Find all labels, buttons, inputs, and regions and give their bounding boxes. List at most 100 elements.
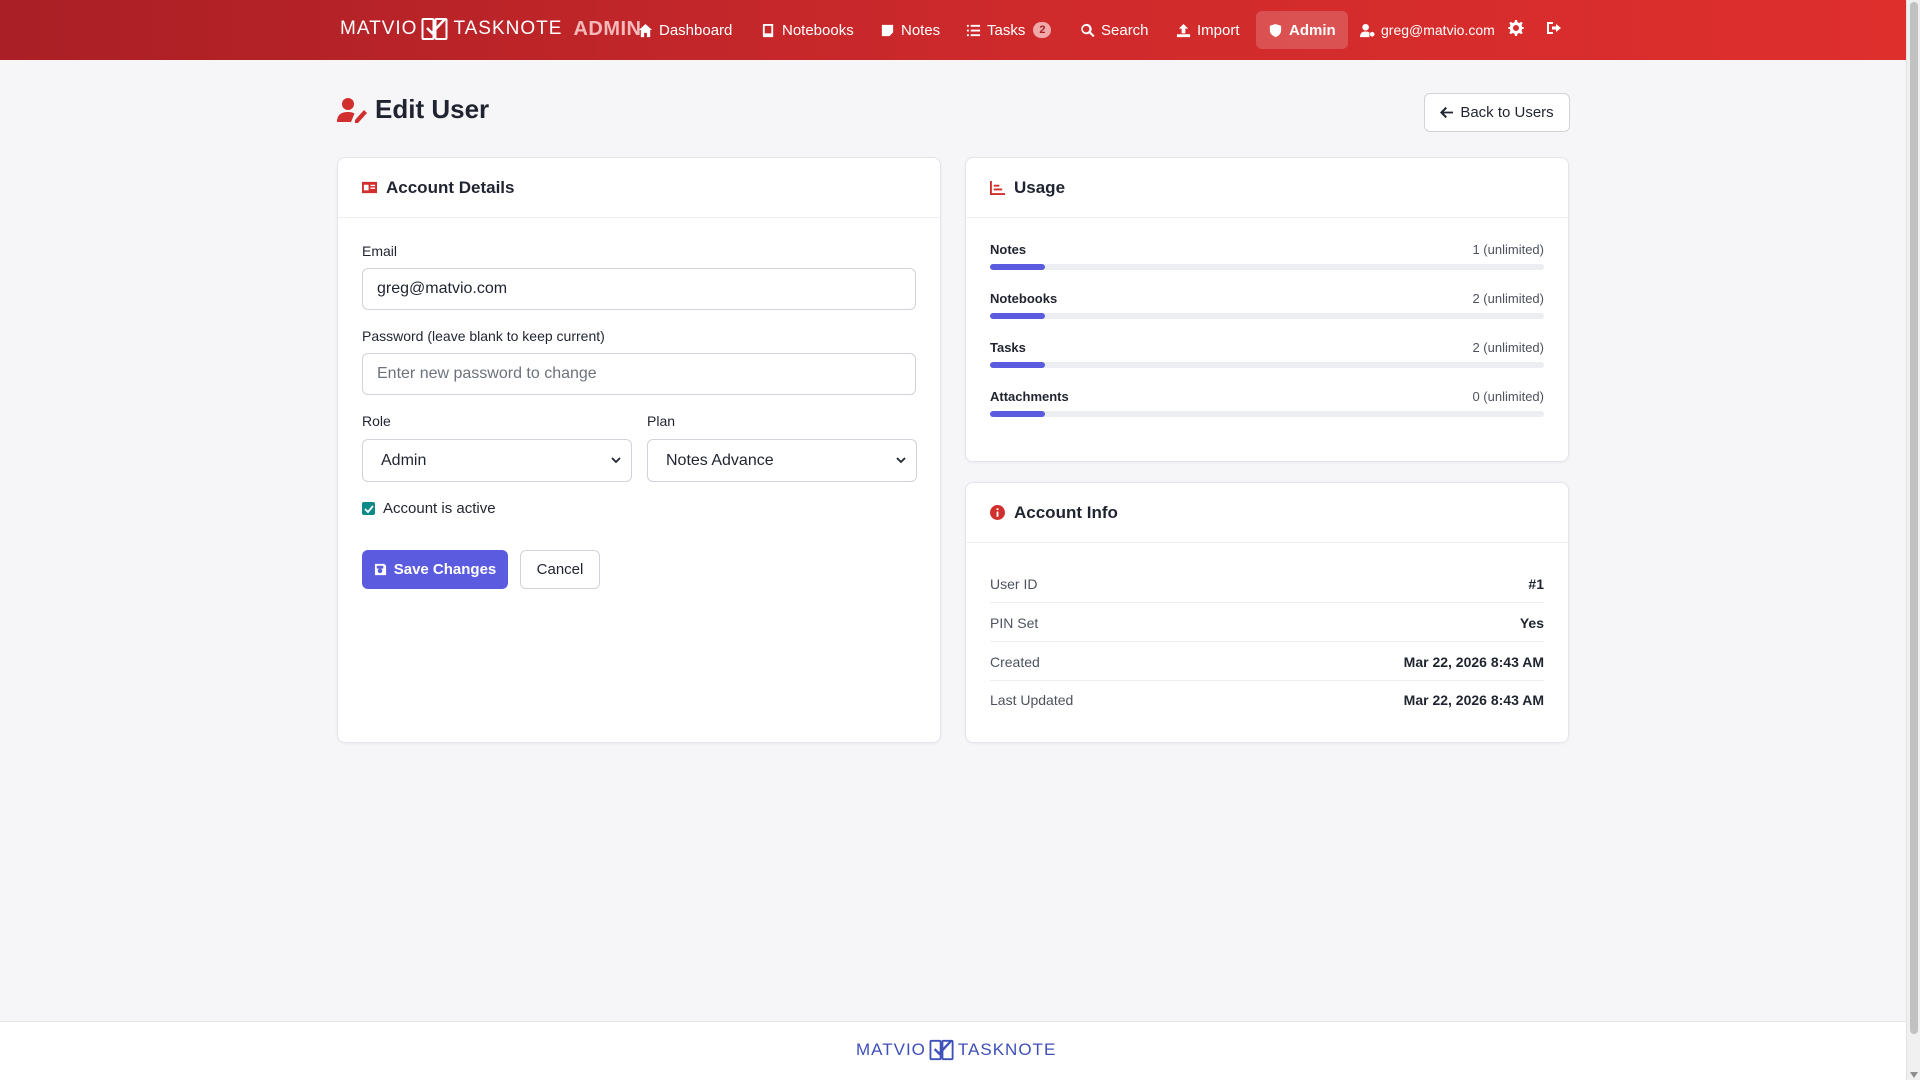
info-key: PIN Set	[990, 614, 1039, 631]
account-info-header: Account Info	[966, 483, 1568, 543]
usage-progress-fill	[990, 411, 1046, 417]
usage-header: Usage	[966, 158, 1568, 218]
scrollbar-thumb[interactable]	[1910, 2, 1918, 1034]
nav-tasks[interactable]: Tasks 2	[954, 11, 1063, 49]
brand-name-right: TASKNOTE	[453, 18, 563, 39]
arrow-left-icon	[1440, 106, 1454, 119]
cancel-button[interactable]: Cancel	[520, 550, 600, 589]
usage-row-tasks: Tasks 2 (unlimited)	[990, 340, 1544, 370]
usage-value: 1 (unlimited)	[1472, 242, 1544, 257]
floppy-disk-icon	[374, 563, 386, 576]
nav-notebooks-label: Notebooks	[782, 21, 854, 39]
account-info-title: Account Info	[1014, 502, 1118, 522]
info-row-user-id: User ID #1	[990, 565, 1544, 603]
footer-brand-left: MATVIO	[856, 1040, 926, 1059]
upload-icon	[1176, 23, 1191, 37]
user-gear-icon	[1360, 23, 1375, 37]
account-info-card: Account Info User ID #1 PIN Set Yes Crea…	[965, 482, 1569, 743]
role-select[interactable]: Admin	[362, 439, 632, 482]
usage-row-notebooks: Notebooks 2 (unlimited)	[990, 291, 1544, 321]
footer-logo: MATVIO TASKNOTE	[856, 1038, 1056, 1062]
brand-name-left: MATVIO	[340, 18, 418, 39]
role-select-value: Admin	[381, 451, 427, 469]
info-row-created: Created Mar 22, 2026 8:43 AM	[990, 643, 1544, 681]
shield-icon	[1269, 23, 1282, 37]
id-card-icon	[362, 181, 377, 194]
usage-value: 0 (unlimited)	[1472, 389, 1544, 404]
usage-progress-fill	[990, 264, 1046, 270]
info-value: Yes	[1519, 614, 1544, 631]
nav-notes-label: Notes	[901, 21, 941, 39]
list-icon	[966, 24, 981, 36]
nav-search[interactable]: Search	[1068, 11, 1161, 49]
user-edit-icon	[337, 97, 367, 123]
nav-import[interactable]: Import	[1164, 11, 1252, 49]
usage-name: Notebooks	[990, 291, 1058, 306]
account-details-card: Account Details Email Password (leave bl…	[337, 157, 941, 743]
cancel-label: Cancel	[536, 561, 584, 578]
usage-progress-fill	[990, 313, 1046, 319]
logout-button[interactable]	[1546, 20, 1564, 38]
page-scrollbar[interactable]	[1906, 0, 1920, 1080]
info-value: Mar 22, 2026 8:43 AM	[1403, 653, 1544, 670]
nav-admin[interactable]: Admin	[1256, 11, 1348, 49]
usage-card: Usage Notes 1 (unlimited) Notebooks 2 (u…	[965, 157, 1569, 462]
usage-name: Attachments	[990, 389, 1069, 404]
usage-progress-fill	[990, 362, 1046, 368]
usage-progress-track	[990, 264, 1544, 270]
usage-value: 2 (unlimited)	[1472, 340, 1544, 355]
usage-progress-track	[990, 362, 1544, 368]
nav-notebooks[interactable]: Notebooks	[749, 11, 866, 49]
info-key: Last Updated	[990, 692, 1074, 708]
page-footer: MATVIO TASKNOTE	[0, 1021, 1906, 1080]
scroll-down-arrow-icon[interactable]	[1910, 1072, 1918, 1078]
account-active-label: Account is active	[383, 500, 496, 517]
nav-dashboard-label: Dashboard	[659, 21, 733, 39]
info-row-pin-set: PIN Set Yes	[990, 604, 1544, 642]
usage-progress-track	[990, 313, 1544, 319]
back-to-users-label: Back to Users	[1460, 104, 1554, 121]
settings-button[interactable]	[1508, 20, 1526, 38]
plan-select-value: Notes Advance	[666, 451, 774, 469]
footer-brand-right: TASKNOTE	[957, 1040, 1057, 1059]
nav-user-email: greg@matvio.com	[1381, 22, 1495, 38]
info-row-last-updated: Last Updated Mar 22, 2026 8:43 AM	[990, 681, 1544, 719]
usage-row-attachments: Attachments 0 (unlimited)	[990, 389, 1544, 419]
account-active-checkbox[interactable]	[362, 502, 375, 515]
email-label: Email	[362, 243, 398, 259]
tasks-count-badge: 2	[1033, 22, 1052, 38]
password-label: Password (leave blank to keep current)	[362, 328, 605, 344]
save-changes-button[interactable]: Save Changes	[362, 550, 508, 589]
info-key: Created	[990, 653, 1040, 670]
usage-value: 2 (unlimited)	[1472, 291, 1544, 306]
logout-icon	[1547, 22, 1561, 34]
usage-progress-track	[990, 411, 1544, 417]
note-icon	[881, 24, 894, 36]
chart-icon	[990, 180, 1005, 195]
role-label: Role	[362, 413, 391, 429]
chevron-down-icon	[611, 457, 621, 464]
gear-icon	[1508, 20, 1524, 36]
top-navbar: MATVIO TASKNOTE ADMIN Dashboard Notebook…	[0, 0, 1906, 60]
account-details-header: Account Details	[338, 158, 940, 218]
brand-logo[interactable]: MATVIO TASKNOTE ADMIN	[340, 14, 641, 44]
home-icon	[638, 23, 653, 37]
nav-tasks-label: Tasks	[987, 21, 1026, 39]
nav-dashboard[interactable]: Dashboard	[626, 11, 744, 49]
info-circle-icon	[990, 505, 1005, 520]
email-field[interactable]	[362, 268, 916, 310]
password-field[interactable]	[362, 353, 916, 395]
search-icon	[1081, 23, 1095, 37]
checkmark-icon	[363, 504, 374, 513]
page-header: Edit User	[337, 94, 489, 125]
plan-select[interactable]: Notes Advance	[647, 439, 917, 482]
nav-notes[interactable]: Notes	[868, 11, 952, 49]
back-to-users-button[interactable]: Back to Users	[1424, 93, 1570, 132]
usage-name: Notes	[990, 242, 1027, 257]
nav-import-label: Import	[1197, 21, 1240, 39]
page-title: Edit User	[375, 94, 490, 124]
plan-label: Plan	[647, 413, 676, 429]
info-value: #1	[1528, 575, 1544, 592]
info-key: User ID	[990, 575, 1038, 592]
nav-user-profile[interactable]: greg@matvio.com	[1348, 11, 1507, 49]
